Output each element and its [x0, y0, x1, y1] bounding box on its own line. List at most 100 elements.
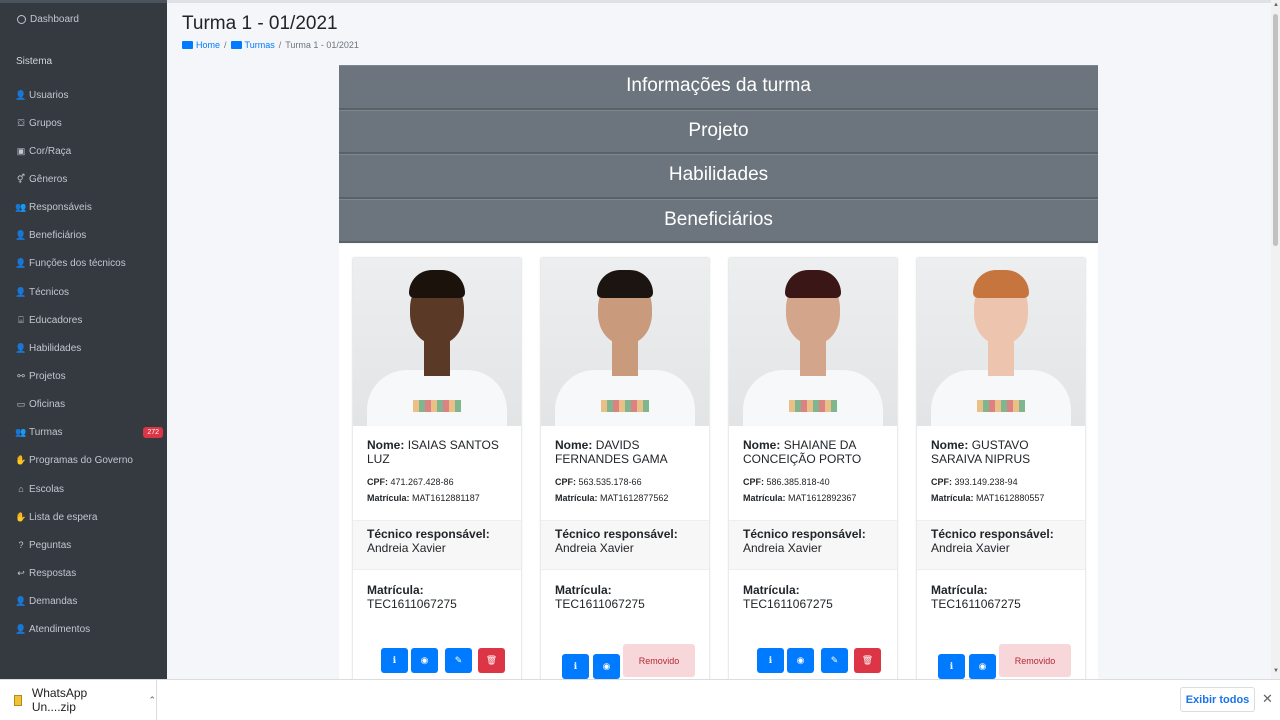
sidebar-item-benefici-rios[interactable]: 👤 Beneficiários: [15, 222, 156, 250]
shirt-logo: [413, 400, 461, 412]
edit-button[interactable]: ✎: [445, 648, 472, 673]
beneficiary-name: Nome: SHAIANE DA CONCEIÇÃO PORTO: [743, 438, 883, 472]
sidebar-item-turmas[interactable]: 👥 Turmas 272: [15, 419, 163, 447]
edit-button[interactable]: ✎: [821, 648, 848, 673]
beneficiary-info: Nome: ISAIAS SANTOS LUZ CPF: 471.267.428…: [353, 426, 521, 520]
beneficiary-cpf: CPF: 563.535.178-66: [555, 474, 695, 490]
cpf-label: CPF:: [931, 477, 952, 487]
view-button[interactable]: ◉: [593, 654, 620, 679]
sidebar-item-demandas[interactable]: 👤 Demandas: [15, 588, 156, 616]
show-all-downloads-button[interactable]: Exibir todos: [1180, 687, 1255, 712]
technician-matricula-value: TEC1611067275: [555, 597, 645, 611]
info-button[interactable]: ℹ: [938, 654, 965, 679]
matricula-value: MAT1612877562: [600, 493, 669, 503]
breadcrumb-separator: /: [278, 40, 282, 50]
beneficiary-card: Nome: GUSTAVO SARAIVA NIPRUS CPF: 393.14…: [917, 258, 1085, 679]
technician-label: Técnico responsável:: [367, 527, 490, 541]
view-button[interactable]: ◉: [411, 648, 438, 673]
palette-icon: ▣: [16, 145, 26, 156]
photo-shirt: [931, 370, 1071, 426]
breadcrumb-turmas[interactable]: Turmas: [230, 40, 275, 50]
technician-section: Técnico responsável: Andreia Xavier: [353, 520, 521, 570]
technician-section: Técnico responsável: Andreia Xavier: [541, 520, 709, 570]
removed-status-button[interactable]: Removido: [623, 644, 695, 677]
scroll-down-icon[interactable]: ▼: [1273, 668, 1279, 674]
page-scrollbar[interactable]: ▲ ▼: [1271, 0, 1280, 679]
sidebar-item-grupos[interactable]: ⛋ Grupos: [16, 109, 156, 137]
technician-matricula-section: Matrícula: TEC1611067275: [917, 570, 1085, 642]
matricula-value: MAT1612881187: [412, 493, 480, 503]
breadcrumb-home[interactable]: Home: [182, 40, 220, 50]
accordion-habilidades[interactable]: Habilidades: [339, 154, 1098, 199]
cpf-value: 393.149.238-94: [954, 477, 1018, 487]
photo-neck: [988, 340, 1014, 376]
eye-icon: ◉: [420, 655, 429, 665]
technician-name: Andreia Xavier: [931, 541, 1010, 555]
delete-button[interactable]: 🗑: [854, 648, 881, 673]
beneficiary-name: Nome: ISAIAS SANTOS LUZ: [367, 438, 507, 472]
scroll-up-icon[interactable]: ▲: [1273, 2, 1279, 8]
sidebar-item-oficinas[interactable]: ▭ Oficinas: [16, 391, 156, 419]
view-button[interactable]: ◉: [969, 654, 996, 679]
matricula-label: Matrícula:: [931, 493, 974, 503]
photo-neck: [612, 340, 638, 376]
sidebar-item-lista-de-espera[interactable]: ✋ Lista de espera: [15, 503, 156, 531]
card-actions: ℹ ◉ Removido: [917, 642, 1085, 679]
sidebar-item-label: Grupos: [29, 117, 62, 129]
cpf-value: 586.385.818-40: [766, 477, 830, 487]
sidebar-item-escolas[interactable]: ⌂ Escolas: [16, 475, 156, 503]
beneficiary-photo: [917, 258, 1085, 426]
close-icon[interactable]: ✕: [1262, 691, 1273, 707]
sidebar-item-t-cnicos[interactable]: 👤 Técnicos: [15, 278, 156, 306]
users-class-icon: 👥: [15, 427, 27, 438]
cpf-value: 471.267.428-86: [390, 477, 454, 487]
technician-name: Andreia Xavier: [555, 541, 634, 555]
accordion-beneficiarios[interactable]: Beneficiários: [339, 198, 1098, 243]
card-actions: ℹ ◉ ✎ 🗑: [353, 642, 521, 679]
sidebar-item-atendimentos[interactable]: 👤 Atendimentos: [15, 616, 156, 644]
sidebar-item-label: Peguntas: [29, 539, 72, 551]
sidebar-item-projetos[interactable]: ⚯ Projetos: [16, 362, 156, 390]
shirt-logo: [601, 400, 649, 412]
delete-button[interactable]: 🗑: [478, 648, 505, 673]
name-label: Nome:: [367, 438, 405, 452]
beneficiary-card: Nome: DAVIDS FERNANDES GAMA CPF: 563.535…: [541, 258, 709, 679]
sidebar-item-g-neros[interactable]: ⚥ Gêneros: [16, 165, 156, 193]
chevron-up-icon[interactable]: ⌃: [148, 695, 156, 706]
sidebar-item-programas-do-governo[interactable]: ✋ Programas do Governo: [15, 447, 156, 475]
sidebar-item-label: Turmas: [29, 427, 63, 439]
sidebar-item-label: Habilidades: [29, 342, 82, 354]
sidebar-item-respostas[interactable]: ↩ Respostas: [16, 559, 156, 587]
info-button[interactable]: ℹ: [381, 648, 408, 673]
sidebar-item-label: Oficinas: [29, 399, 66, 411]
sidebar-item-fun-es-dos-t-cnicos[interactable]: 👤 Funções dos técnicos: [15, 250, 156, 278]
info-button[interactable]: ℹ: [562, 654, 589, 679]
sidebar-item-label: Beneficiários: [29, 230, 87, 242]
sidebar-item-cor-ra-a[interactable]: ▣ Cor/Raça: [16, 137, 156, 165]
sidebar-item-dashboard[interactable]: Dashboard: [17, 14, 79, 25]
matricula-label: Matrícula:: [743, 493, 786, 503]
beneficiary-cpf: CPF: 471.267.428-86: [367, 474, 507, 490]
sidebar-item-usuarios[interactable]: 👤 Usuarios: [15, 81, 156, 109]
sidebar-item-respons-veis[interactable]: 👥 Responsáveis: [15, 194, 156, 222]
user-service-icon: 👤: [15, 624, 27, 635]
photo-shirt: [555, 370, 695, 426]
breadcrumb-turmas-label: Turmas: [244, 40, 275, 50]
accordion-informacoes-turma[interactable]: Informações da turma: [339, 65, 1098, 110]
download-item[interactable]: WhatsApp Un....zip ⌃: [0, 680, 157, 720]
users-icon: 👥: [15, 202, 27, 213]
accordion-projeto[interactable]: Projeto: [339, 109, 1098, 154]
beneficiary-info: Nome: SHAIANE DA CONCEIÇÃO PORTO CPF: 58…: [729, 426, 897, 520]
sidebar-item-habilidades[interactable]: 👤 Habilidades: [15, 334, 156, 362]
technician-section: Técnico responsável: Andreia Xavier: [729, 520, 897, 570]
info-button[interactable]: ℹ: [757, 648, 784, 673]
info-icon: ℹ: [573, 661, 578, 671]
sidebar-item-peguntas[interactable]: ? Peguntas: [16, 531, 156, 559]
sidebar-item-label: Dashboard: [30, 14, 79, 25]
removed-status-button[interactable]: Removido: [999, 644, 1071, 677]
view-button[interactable]: ◉: [787, 648, 814, 673]
scrollbar-thumb[interactable]: [1273, 14, 1278, 246]
count-badge: 272: [143, 426, 163, 438]
technician-matricula-section: Matrícula: TEC1611067275: [541, 570, 709, 642]
sidebar-item-educadores[interactable]: ⌸ Educadores: [16, 306, 156, 334]
